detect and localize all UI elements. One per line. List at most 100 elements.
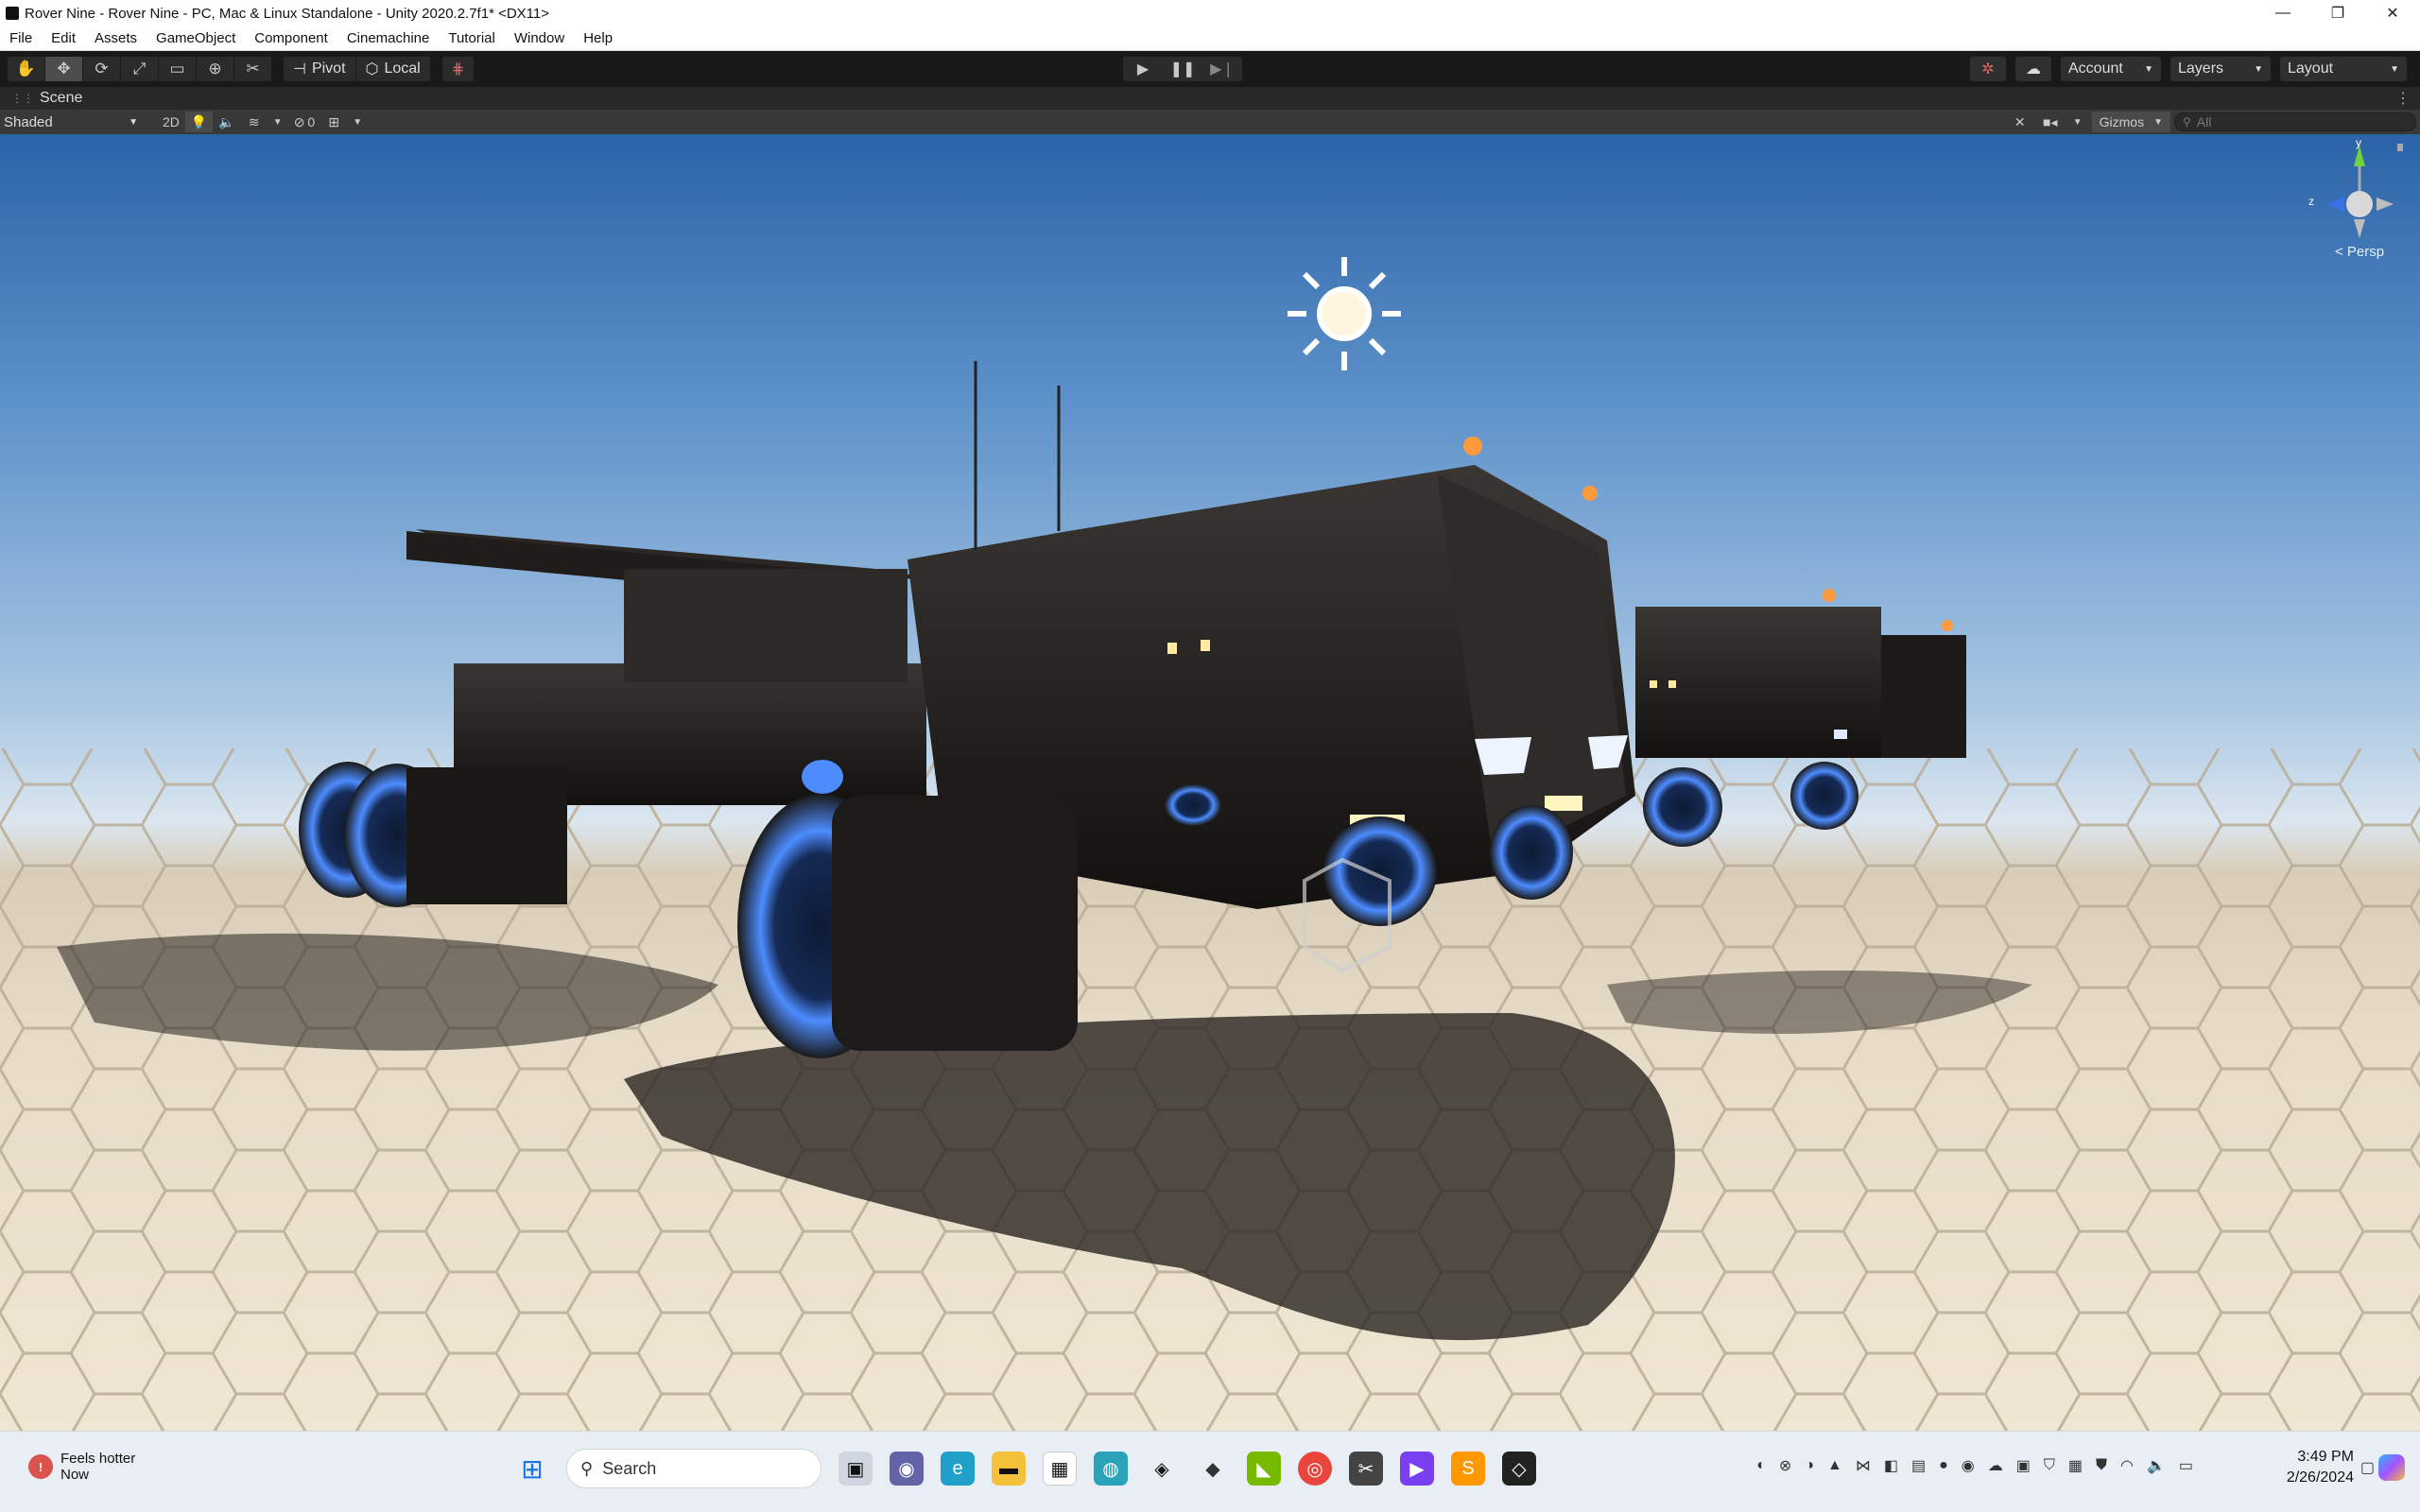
- scene-viewport[interactable]: y z < Persp: [0, 134, 2420, 1431]
- file-explorer-icon[interactable]: ▬: [992, 1452, 1026, 1486]
- toggle-2d-button[interactable]: 2D: [157, 112, 185, 132]
- audio-icon[interactable]: 🔈: [213, 112, 240, 132]
- onedrive-icon[interactable]: ☁: [1988, 1456, 2003, 1475]
- teams-icon[interactable]: ▣: [2016, 1456, 2031, 1475]
- tools-icon[interactable]: ✕: [2007, 112, 2033, 132]
- chevron-down-icon[interactable]: ▼: [268, 112, 288, 132]
- tray-app-icon[interactable]: ▲: [1827, 1457, 1842, 1474]
- orientation-gizmo[interactable]: y z < Persp: [2303, 136, 2407, 276]
- tab-grip-icon: ⋮⋮: [11, 92, 34, 105]
- pivot-button[interactable]: ⊣ Pivot: [284, 57, 356, 81]
- rotate-tool-icon[interactable]: ⟳: [83, 57, 121, 81]
- sublime-icon[interactable]: S: [1451, 1452, 1485, 1486]
- wifi-icon[interactable]: ◠: [2120, 1456, 2134, 1475]
- tray-app-icon[interactable]: ◑: [1805, 1457, 1814, 1474]
- move-tool-icon[interactable]: ✥: [45, 57, 83, 81]
- search-icon: ⚲: [2183, 115, 2191, 129]
- local-button[interactable]: ⬡ Local: [355, 57, 431, 81]
- windows-start-icon[interactable]: ⊞: [515, 1452, 549, 1486]
- step-icon[interactable]: ▶❘: [1202, 57, 1242, 81]
- chrome-icon[interactable]: ◎: [1298, 1452, 1332, 1486]
- chevron-down-icon[interactable]: ▼: [347, 112, 368, 132]
- copilot-icon[interactable]: [2378, 1454, 2405, 1481]
- minimize-button[interactable]: —: [2256, 0, 2310, 26]
- tray-app-icon[interactable]: ◧: [1884, 1456, 1898, 1475]
- shield-icon[interactable]: ⛉: [2044, 1457, 2055, 1474]
- tray-app-icon[interactable]: ◐: [1756, 1457, 1766, 1474]
- restore-button[interactable]: ❐: [2310, 0, 2365, 26]
- nvidia-icon[interactable]: ◣: [1247, 1452, 1281, 1486]
- menu-tutorial[interactable]: Tutorial: [439, 26, 504, 51]
- grid-snap-button[interactable]: ⋕: [441, 57, 475, 81]
- chevron-down-icon: ▼: [2144, 63, 2153, 75]
- gizmos-label: Gizmos: [2099, 114, 2145, 129]
- weather-widget[interactable]: ! Feels hotter Now: [28, 1451, 135, 1483]
- custom-tool-icon[interactable]: ✂: [234, 57, 272, 81]
- xbox-icon[interactable]: ⊗: [1779, 1456, 1791, 1475]
- tray-app-icon[interactable]: ◉: [1962, 1456, 1975, 1475]
- tray-app-icon[interactable]: ▦: [2068, 1456, 2083, 1475]
- rect-tool-icon[interactable]: ▭: [159, 57, 197, 81]
- taskbar-search[interactable]: ⚲ Search: [566, 1449, 821, 1488]
- tab-scene[interactable]: Scene: [40, 90, 82, 107]
- layers-label: Layers: [2178, 60, 2224, 77]
- collab-icon[interactable]: ✲: [1970, 57, 2006, 81]
- alienware-icon[interactable]: ◈: [1145, 1452, 1179, 1486]
- lighting-icon[interactable]: 💡: [184, 112, 214, 132]
- search-icon: ⚲: [580, 1458, 594, 1478]
- main-toolbar: ✋ ✥ ⟳ ⤢ ▭ ⊕ ✂ ⊣ Pivot ⬡ Local ⋕ ▶ ❚❚ ▶❘ ✲ …: [0, 51, 2420, 87]
- grid-snap-icon: ⋕: [451, 61, 465, 77]
- notification-icon[interactable]: ▢: [2360, 1458, 2375, 1477]
- visual-studio-icon[interactable]: ⋈: [1856, 1456, 1871, 1475]
- alienware-dark-icon[interactable]: ◆: [1196, 1452, 1230, 1486]
- scene-search-input[interactable]: ⚲ All: [2174, 112, 2416, 131]
- camera-icon[interactable]: ■◂: [2037, 112, 2064, 132]
- scale-tool-icon[interactable]: ⤢: [121, 57, 159, 81]
- teams-chat-icon[interactable]: ◉: [890, 1452, 924, 1486]
- gizmo-axis-z: z: [2308, 195, 2314, 208]
- play-icon[interactable]: ▶: [1123, 57, 1163, 81]
- menu-component[interactable]: Component: [245, 26, 337, 51]
- tray-app-icon[interactable]: ▤: [1911, 1456, 1926, 1475]
- layout-dropdown[interactable]: Layout ▼: [2280, 57, 2407, 81]
- volume-icon[interactable]: 🔈: [2147, 1456, 2166, 1475]
- effects-icon[interactable]: ≋: [241, 112, 268, 132]
- chevron-down-icon[interactable]: ▼: [2067, 112, 2088, 132]
- defender-icon[interactable]: ⛊: [2096, 1457, 2107, 1474]
- globe-app-icon[interactable]: ◍: [1094, 1452, 1128, 1486]
- gizmos-dropdown[interactable]: Gizmos ▼: [2091, 112, 2170, 132]
- cloud-icon[interactable]: ☁: [2015, 57, 2051, 81]
- pause-icon[interactable]: ❚❚: [1163, 57, 1202, 81]
- tab-menu-icon[interactable]: ⋮: [2395, 89, 2411, 108]
- clock-date: 2/26/2024: [2286, 1469, 2354, 1486]
- menu-window[interactable]: Window: [505, 26, 574, 51]
- weather-subtitle: Now: [60, 1467, 90, 1483]
- account-dropdown[interactable]: Account ▼: [2061, 57, 2161, 81]
- menu-gameobject[interactable]: GameObject: [147, 26, 245, 51]
- scene-tab-bar: ⋮⋮ Scene ⋮: [0, 87, 2420, 110]
- grid-icon[interactable]: ⊞: [320, 112, 347, 132]
- projection-label[interactable]: < Persp: [2335, 244, 2384, 260]
- menu-assets[interactable]: Assets: [85, 26, 147, 51]
- menu-file[interactable]: File: [0, 26, 42, 51]
- taskbar-clock[interactable]: 3:49 PM 2/26/2024: [2287, 1447, 2354, 1488]
- unity-logo-icon: [6, 7, 19, 20]
- layers-dropdown[interactable]: Layers ▼: [2170, 57, 2271, 81]
- shading-mode-dropdown[interactable]: Shaded ▼: [4, 112, 144, 132]
- edge-browser-icon[interactable]: e: [941, 1452, 975, 1486]
- close-button[interactable]: ✕: [2365, 0, 2420, 26]
- transform-tool-icon[interactable]: ⊕: [197, 57, 234, 81]
- menu-cinemachine[interactable]: Cinemachine: [337, 26, 440, 51]
- hidden-objects-toggle[interactable]: ⊘ 0: [288, 112, 321, 132]
- unity-taskbar-icon[interactable]: ◇: [1502, 1452, 1536, 1486]
- snipping-tool-icon[interactable]: ✂: [1349, 1452, 1383, 1486]
- menu-edit[interactable]: Edit: [42, 26, 85, 51]
- chevron-down-icon: ▼: [2254, 63, 2263, 75]
- tray-app-icon[interactable]: ●: [1939, 1457, 1948, 1474]
- store-icon[interactable]: ▦: [1043, 1452, 1077, 1486]
- task-view-icon[interactable]: ▣: [838, 1452, 873, 1486]
- battery-icon[interactable]: ▭: [2179, 1456, 2193, 1475]
- clipchamp-icon[interactable]: ▶: [1400, 1452, 1434, 1486]
- menu-help[interactable]: Help: [574, 26, 622, 51]
- hand-tool-icon[interactable]: ✋: [8, 57, 45, 81]
